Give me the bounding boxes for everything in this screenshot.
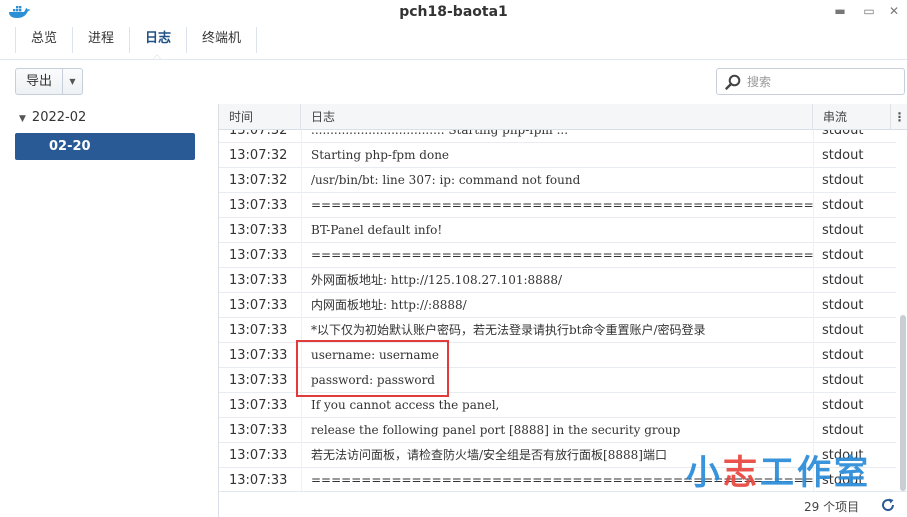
row-time: 13:07:33 bbox=[229, 223, 288, 238]
row-stream: stdout bbox=[822, 223, 864, 238]
row-log-message: 内网面板地址: http://:8888/ bbox=[311, 298, 467, 312]
row-log-message: ................................... Star… bbox=[311, 130, 569, 137]
row-log-message: Starting php-fpm done bbox=[311, 148, 450, 162]
table-row[interactable]: 13:07:33 内网面板地址: http://:8888/stdout bbox=[219, 293, 896, 318]
tab-divider bbox=[0, 59, 907, 60]
expand-arrow-icon[interactable]: ▼ bbox=[19, 114, 26, 124]
row-stream: stdout bbox=[822, 130, 864, 138]
vertical-scrollbar[interactable] bbox=[896, 130, 907, 491]
column-header-stream[interactable]: 串流 bbox=[813, 104, 891, 130]
tree-item-02-20[interactable]: 02-20 bbox=[15, 133, 195, 160]
credentials-highlight-box bbox=[296, 340, 449, 397]
row-time: 13:07:33 bbox=[229, 248, 288, 263]
table-row[interactable]: 13:07:33 release the following panel port… bbox=[219, 418, 896, 443]
window-title: pch18-baota1 bbox=[399, 4, 508, 20]
row-time: 13:07:33 bbox=[229, 323, 288, 338]
table-row[interactable]: 13:07:33 外网面板地址: http://125.108.27.101:88… bbox=[219, 268, 896, 293]
row-stream: stdout bbox=[822, 348, 864, 363]
column-header-time[interactable]: 时间 bbox=[219, 104, 301, 130]
table-row[interactable]: 13:07:33 ================================… bbox=[219, 193, 896, 218]
column-separator bbox=[813, 130, 814, 491]
item-count: 29 个项目 bbox=[804, 500, 860, 514]
row-time: 13:07:33 bbox=[229, 273, 288, 288]
row-stream: stdout bbox=[822, 148, 864, 163]
tab-overview[interactable]: 总览 bbox=[15, 27, 74, 53]
row-time: 13:07:33 bbox=[229, 473, 288, 488]
watermark: 小志工作室 bbox=[686, 445, 871, 494]
row-stream: stdout bbox=[822, 273, 864, 288]
watermark-char-2: 志 bbox=[723, 453, 760, 493]
scrollbar-thumb[interactable] bbox=[900, 315, 906, 491]
row-log-message: /usr/bin/bt: line 307: ip: command not f… bbox=[311, 173, 581, 187]
search-input[interactable] bbox=[747, 73, 897, 91]
minimize-button[interactable]: ▬ bbox=[832, 3, 848, 19]
row-stream: stdout bbox=[822, 173, 864, 188]
tree-group-label: 2022-02 bbox=[31, 110, 87, 125]
refresh-icon[interactable] bbox=[880, 497, 896, 513]
row-time: 13:07:33 bbox=[229, 423, 288, 438]
watermark-char-1: 小 bbox=[686, 453, 723, 493]
search-box bbox=[716, 68, 905, 95]
row-log-message: 外网面板地址: http://125.108.27.101:8888/ bbox=[311, 273, 563, 287]
tree-group-2022-02[interactable]: ▼ 2022-02 bbox=[19, 110, 86, 125]
table-row[interactable]: 13:07:32/usr/bin/bt: line 307: ip: comma… bbox=[219, 168, 896, 193]
row-stream: stdout bbox=[822, 398, 864, 413]
tab-processes[interactable]: 进程 bbox=[73, 27, 131, 53]
table-footer: 29 个项目 bbox=[219, 491, 907, 517]
date-tree: ▼ 2022-02 02-20 bbox=[0, 104, 218, 517]
row-log-message: release the following panel port [8888] … bbox=[311, 423, 681, 437]
table-row[interactable]: 13:07:32 Starting php-fpm done stdout bbox=[219, 143, 896, 168]
row-stream: stdout bbox=[822, 323, 864, 338]
row-stream: stdout bbox=[822, 423, 864, 438]
export-button-group: 导出 ▼ bbox=[15, 68, 83, 95]
export-dropdown-button[interactable]: ▼ bbox=[63, 69, 82, 94]
table-rows: 13:07:32................................… bbox=[219, 130, 896, 491]
table-row[interactable]: 13:07:32................................… bbox=[219, 130, 896, 143]
row-time: 13:07:33 bbox=[229, 198, 288, 213]
row-log-message: ========================================… bbox=[311, 248, 813, 262]
row-log-message: ========================================… bbox=[311, 198, 813, 212]
column-header-log[interactable]: 日志 bbox=[301, 104, 813, 130]
close-button[interactable]: ✕ bbox=[886, 3, 902, 19]
watermark-rest: 工作室 bbox=[760, 453, 871, 493]
table-header: 时间 日志 串流 ⋮ bbox=[219, 104, 907, 130]
maximize-button[interactable]: ▭ bbox=[861, 3, 877, 19]
row-time: 13:07:33 bbox=[229, 348, 288, 363]
table-body: 13:07:32................................… bbox=[219, 130, 896, 491]
table-row[interactable]: 13:07:33 ================================… bbox=[219, 243, 896, 268]
export-button[interactable]: 导出 bbox=[16, 69, 63, 94]
row-time: 13:07:33 bbox=[229, 448, 288, 463]
tab-bar: 总览 进程 日志 终端机 bbox=[15, 27, 258, 55]
row-stream: stdout bbox=[822, 248, 864, 263]
row-stream: stdout bbox=[822, 198, 864, 213]
row-stream: stdout bbox=[822, 373, 864, 388]
tab-logs[interactable]: 日志 bbox=[130, 27, 188, 53]
row-time: 13:07:33 bbox=[229, 398, 288, 413]
row-time: 13:07:32 bbox=[229, 173, 288, 188]
row-time: 13:07:32 bbox=[229, 130, 288, 138]
row-log-message: BT-Panel default info! bbox=[311, 223, 443, 237]
row-time: 13:07:32 bbox=[229, 148, 288, 163]
row-time: 13:07:33 bbox=[229, 373, 288, 388]
title-bar: pch18-baota1 ▬ ▭ ✕ bbox=[0, 0, 907, 24]
column-menu-icon[interactable]: ⋮ bbox=[891, 104, 907, 130]
tab-terminal[interactable]: 终端机 bbox=[187, 27, 258, 53]
table-row[interactable]: 13:07:33 BT-Panel default info! stdout bbox=[219, 218, 896, 243]
row-stream: stdout bbox=[822, 298, 864, 313]
row-time: 13:07:33 bbox=[229, 298, 288, 313]
search-icon bbox=[725, 74, 741, 90]
column-separator bbox=[301, 130, 302, 491]
